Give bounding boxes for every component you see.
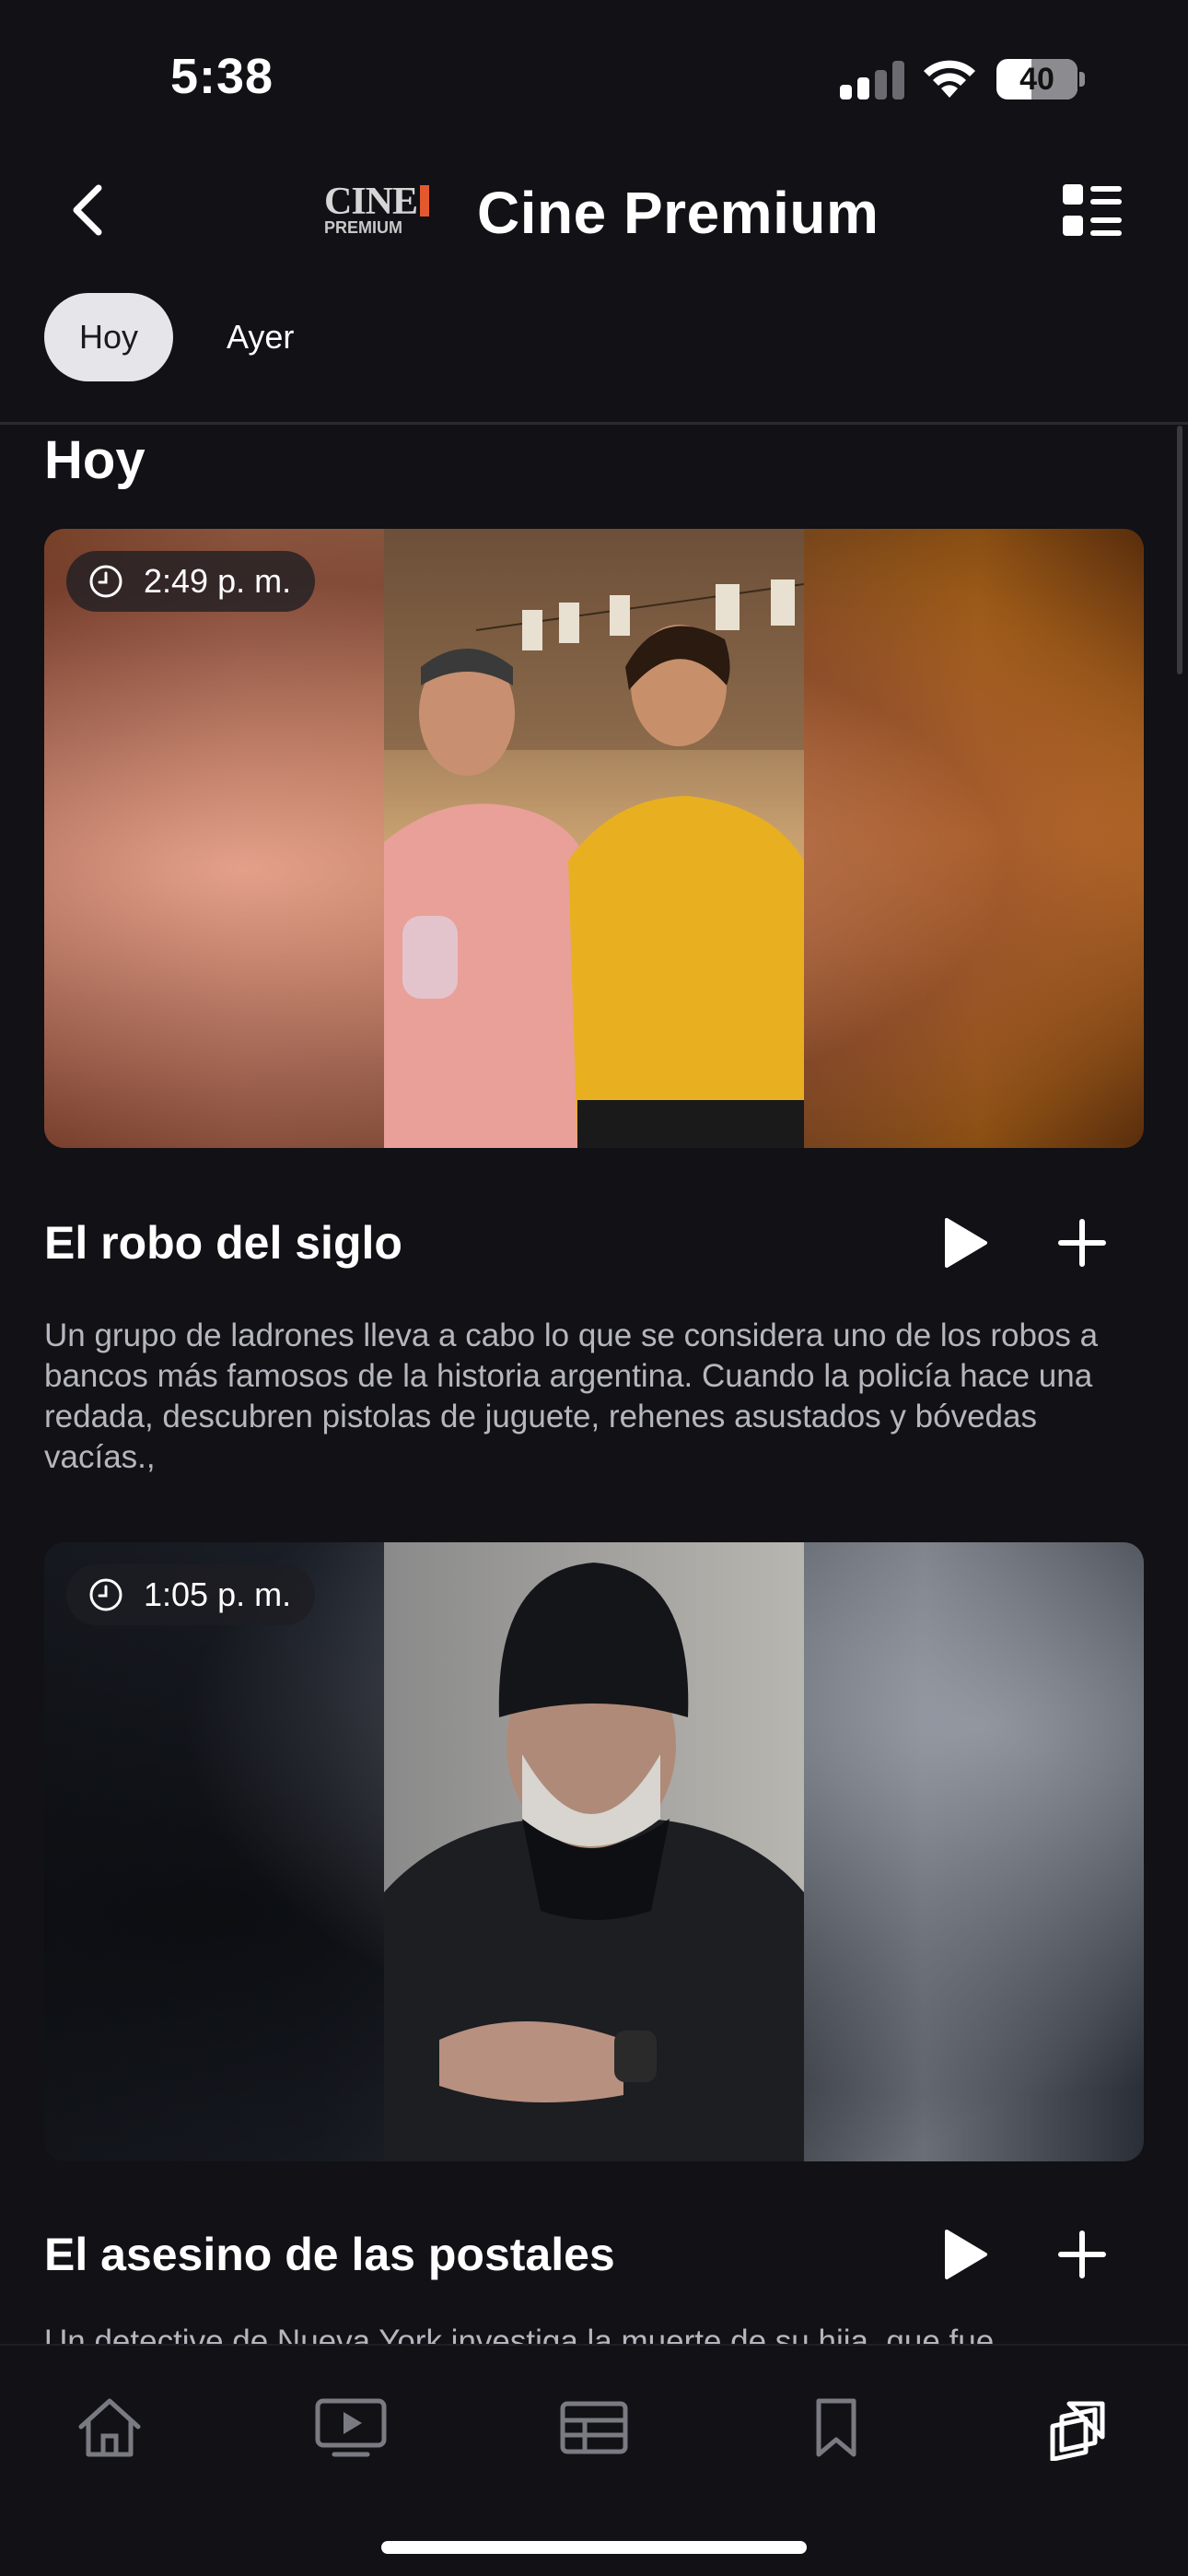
day-tabs: Hoy Ayer [44,293,329,381]
airtime-text: 2:49 p. m. [144,562,292,600]
tab-ayer[interactable]: Ayer [192,293,329,381]
status-bar: 5:38 40 [0,0,1188,147]
nav-collections[interactable] [1037,2386,1120,2469]
airtime-text: 1:05 p. m. [144,1575,292,1613]
logo-text-bottom: PREMIUM [324,218,402,237]
tabs-divider [0,422,1188,425]
add-button[interactable] [1052,1212,1112,1273]
play-button[interactable] [934,2224,995,2285]
battery-nub [1079,72,1085,87]
movie-row: El robo del siglo [44,1201,1144,1284]
header: CINE PREMIUM Cine Premium [0,166,1188,258]
logo-text-top: CINE [324,181,418,223]
nav-guide[interactable] [553,2386,635,2469]
home-icon [78,2398,141,2457]
movie-title[interactable]: El asesino de las postales [44,2228,615,2281]
movie-description: Un grupo de ladrones lleva a cabo lo que… [44,1317,1099,1475]
status-time: 5:38 [170,49,274,104]
guide-grid-icon [560,2401,628,2454]
bookmark-icon [816,2398,856,2457]
movie-thumbnail[interactable]: 1:05 p. m. [44,1542,1144,2161]
movie-thumbnail[interactable]: 2:49 p. m. [44,529,1144,1148]
nav-saved[interactable] [795,2386,878,2469]
chevron-left-icon [73,184,102,236]
airtime-chip: 1:05 p. m. [66,1564,316,1625]
home-indicator [381,2541,807,2554]
list-view-button[interactable] [1059,179,1125,245]
movie-description: Un detective de Nueva York investiga la … [44,2324,995,2344]
battery-level: 40 [1019,62,1054,97]
airtime-chip: 2:49 p. m. [66,551,316,612]
nav-live-tv[interactable] [309,2386,392,2469]
wifi-icon [924,60,975,98]
collection-icon [1050,2401,1105,2461]
clock-icon [89,565,122,598]
channel-logo: CINE PREMIUM [324,181,444,240]
add-button[interactable] [1052,2224,1112,2285]
movie-title[interactable]: El robo del siglo [44,1216,402,1270]
tv-play-icon [315,2398,387,2457]
nav-home[interactable] [68,2386,151,2469]
movie-still-image [384,1542,804,2161]
cellular-signal-icon [840,61,904,100]
scrollbar[interactable] [1177,426,1182,674]
movie-row: El asesino de las postales [44,2213,1144,2296]
page-title: Cine Premium [477,180,879,246]
tab-hoy[interactable]: Hoy [44,293,174,381]
play-button[interactable] [934,1212,995,1273]
back-button[interactable] [55,173,120,247]
movie-still-image [384,529,804,1148]
battery-indicator: 40 [996,59,1077,100]
clock-icon [89,1578,122,1611]
section-title: Hoy [44,430,146,490]
